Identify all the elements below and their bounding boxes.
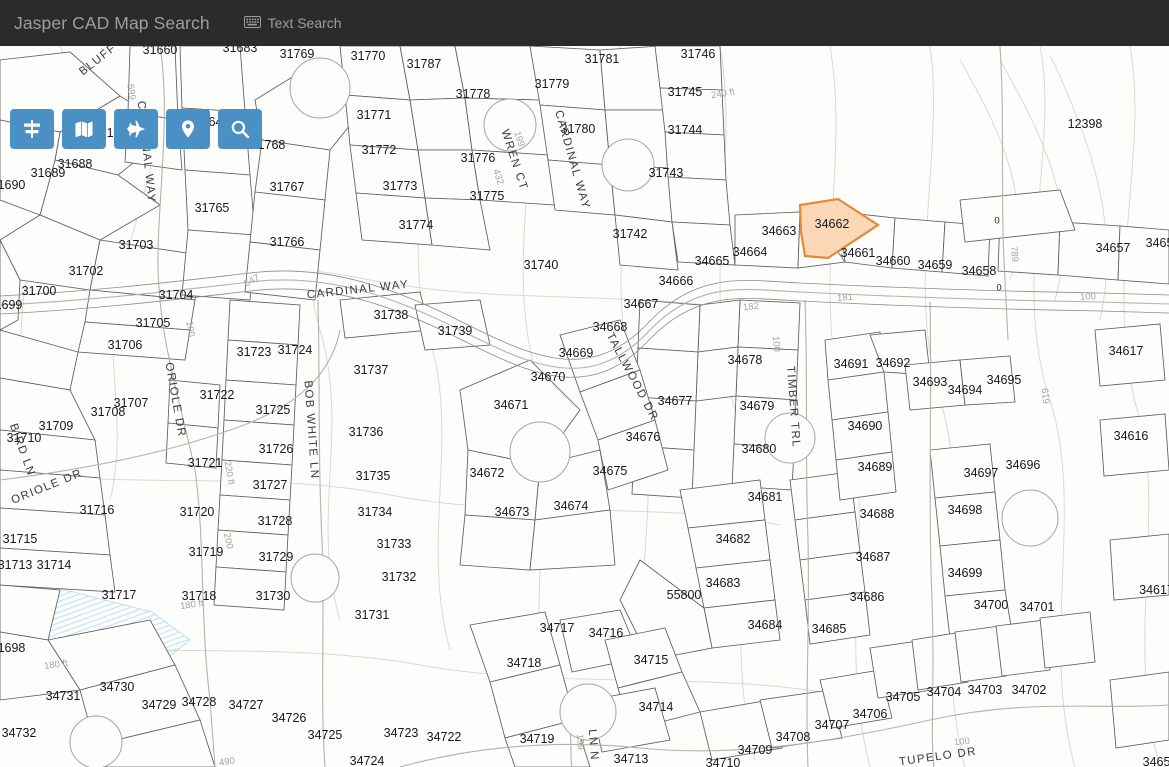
keyboard-icon: [243, 15, 261, 31]
layers-signpost-button[interactable]: [10, 109, 54, 149]
map-toolbar: [10, 109, 262, 149]
airplane-icon: [127, 120, 145, 138]
location-marker-button[interactable]: [166, 109, 210, 149]
map-vector-layer: [0, 46, 1169, 767]
search-icon: [231, 120, 250, 139]
app-header: Jasper CAD Map Search Text Search: [0, 0, 1169, 46]
search-button[interactable]: [218, 109, 262, 149]
parcel-polygons: [0, 46, 1169, 767]
map-application: Jasper CAD Map Search Text Search 31660 …: [0, 0, 1169, 767]
page-title: Jasper CAD Map Search: [14, 12, 210, 33]
location-pin-icon: [182, 120, 194, 138]
text-search-label: Text Search: [267, 15, 342, 31]
text-search-button[interactable]: Text Search: [243, 15, 342, 31]
basemap-button[interactable]: [62, 109, 106, 149]
map-icon: [75, 121, 93, 138]
aerial-imagery-button[interactable]: [114, 109, 158, 149]
parcel-map-canvas[interactable]: 31660 31683 31769 31770 31787 31781 31746 12398…: [0, 46, 1169, 767]
signpost-icon: [24, 120, 40, 138]
